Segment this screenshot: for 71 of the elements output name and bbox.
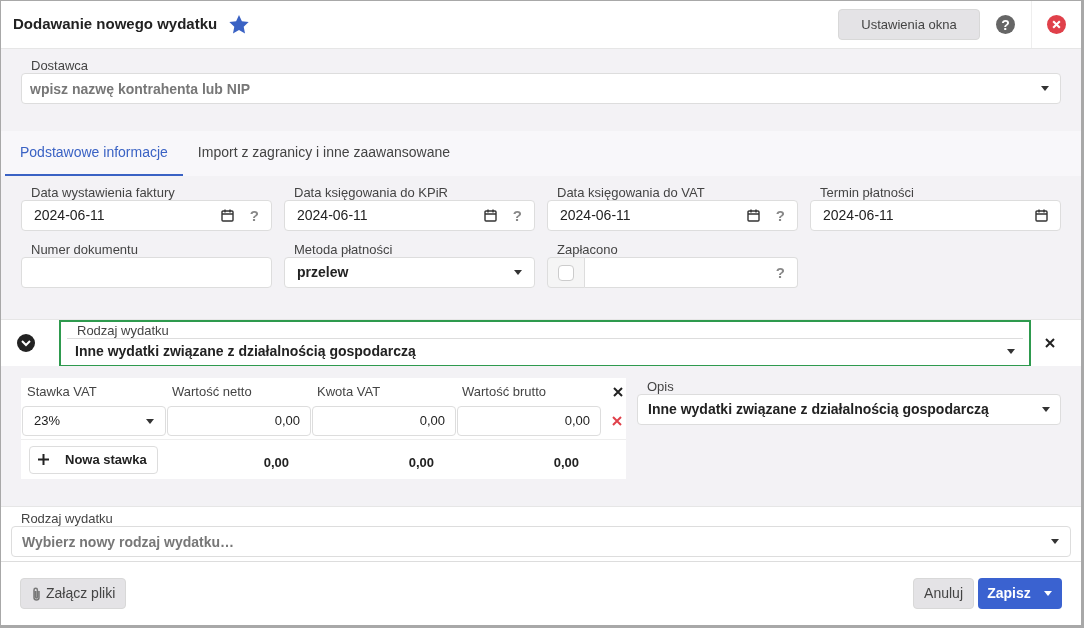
field-label: Data księgowania do VAT [555, 186, 707, 200]
calendar-icon[interactable] [220, 209, 234, 222]
close-icon[interactable] [1045, 338, 1055, 348]
select-value: przelew [297, 263, 350, 282]
paperclip-icon [31, 586, 42, 601]
caret-icon [1041, 86, 1049, 91]
save-button[interactable]: Zapisz [978, 578, 1062, 609]
supplier-field[interactable]: wpisz nazwę kontrahenta lub NIP [21, 73, 1061, 104]
calendar-icon[interactable] [1035, 209, 1048, 222]
plus-icon [38, 454, 49, 465]
new-expense-type-field[interactable]: Wybierz nowy rodzaj wydatku… [11, 526, 1071, 557]
cancel-button[interactable]: Anuluj [913, 578, 974, 609]
select-value: Inne wydatki związane z działalnością gospodarczą [648, 400, 990, 419]
checkbox[interactable] [558, 264, 574, 281]
caret-icon [1044, 591, 1052, 596]
amount-field[interactable]: 0,00 [167, 406, 311, 436]
date-field[interactable]: 2024-06-11 ? [21, 200, 272, 231]
tab[interactable]: Import z zagranicy i inne zaawansowane [182, 131, 465, 176]
help-icon[interactable]: ? [249, 208, 259, 223]
field-label: Dostawca [29, 59, 91, 73]
field-label: Data wystawienia faktury [29, 186, 177, 200]
window-settings-button[interactable]: Ustawienia okna [838, 9, 980, 40]
caret-icon [1007, 349, 1015, 354]
attach-files-button[interactable]: Załącz pliki [20, 578, 127, 609]
date-field[interactable]: 2024-06-11 ? [284, 200, 535, 231]
column-header: Wartość netto [171, 382, 253, 401]
total-value: 0,00 [262, 453, 290, 472]
window-title: Dodawanie nowego wydatku [13, 14, 218, 35]
field-label: Metoda płatności [292, 243, 395, 257]
amount-field[interactable]: 0,00 [312, 406, 456, 436]
date-field[interactable]: 2024-06-11 ? [547, 200, 798, 231]
help-icon[interactable]: ? [775, 265, 785, 280]
amount-field[interactable]: 0,00 [457, 406, 601, 436]
column-header: Kwota VAT [316, 382, 382, 401]
field-label: Numer dokumentu [29, 243, 140, 257]
field-label: Data księgowania do KPiR [292, 186, 450, 200]
total-value: 0,00 [552, 453, 580, 472]
date-value: 2024-06-11 [297, 206, 369, 225]
field-label: Termin płatności [818, 186, 916, 200]
date-value: 2024-06-11 [823, 206, 895, 225]
column-header: Stawka VAT [26, 382, 98, 401]
expense-type-select[interactable]: Inne wydatki związane z działalnością gospodarczą [67, 337, 1023, 365]
help-icon[interactable]: ? [775, 208, 785, 223]
date-value: 2024-06-11 [34, 206, 106, 225]
close-icon[interactable] [613, 386, 623, 397]
select-value: 23% [34, 412, 62, 431]
star-icon[interactable] [229, 15, 250, 34]
input-field[interactable] [21, 257, 272, 288]
field-label: Opis [645, 380, 676, 394]
chevron-down-icon[interactable] [17, 334, 35, 352]
select-field[interactable]: przelew [284, 257, 535, 288]
calendar-icon[interactable] [483, 209, 497, 222]
help-icon[interactable]: ? [512, 208, 522, 223]
field-label: Rodzaj wydatku [19, 512, 115, 526]
description-select[interactable]: Inne wydatki związane z działalnością gospodarczą [637, 394, 1061, 425]
delete-icon[interactable] [612, 416, 622, 426]
help-icon[interactable]: ? [996, 15, 1015, 34]
new-rate-button[interactable]: Nowa stawka [29, 445, 158, 474]
select-value: Inne wydatki związane z działalnością gospodarczą [75, 342, 417, 361]
caret-icon [514, 270, 522, 275]
caret-icon [1051, 539, 1059, 544]
date-value: 2024-06-11 [560, 206, 632, 225]
total-value: 0,00 [407, 453, 435, 472]
date-field[interactable]: 2024-06-11 [810, 200, 1061, 231]
field-label: Zapłacono [555, 243, 620, 257]
column-header: Wartość brutto [461, 382, 548, 401]
caret-icon [1042, 407, 1050, 412]
vat-rate-select[interactable]: 23% [22, 406, 166, 436]
caret-icon [146, 418, 154, 424]
calendar-icon[interactable] [746, 209, 760, 222]
field-label: Rodzaj wydatku [75, 323, 171, 338]
